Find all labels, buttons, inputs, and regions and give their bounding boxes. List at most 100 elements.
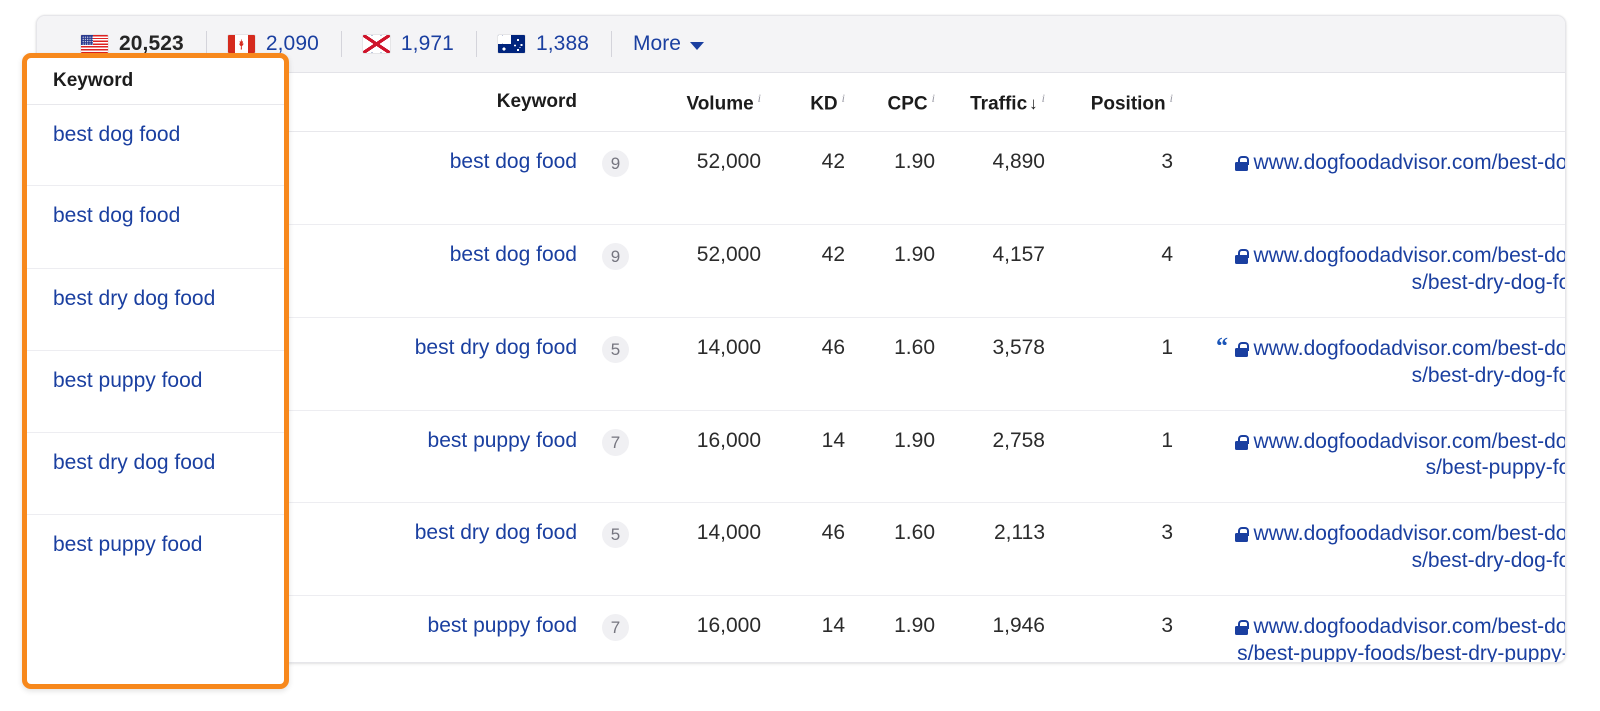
url-link[interactable]: www.dogfoodadvisor.com/best-dog-foods/be… [1253, 244, 1565, 294]
column-header-url[interactable]: URLi [1227, 73, 1565, 133]
cell-sf: 9 [577, 224, 629, 318]
serp-features-badge[interactable]: 5 [602, 335, 629, 363]
keyword-link[interactable]: best dry dog food [53, 287, 215, 310]
serp-features-badge[interactable]: 7 [602, 428, 629, 456]
cell-cpc: 1.90 [845, 595, 935, 662]
gb-flag-icon [362, 35, 390, 53]
cell-sf: 5 [577, 317, 629, 411]
cell-url: www.dogfoodadvisor.com/best-dog-foods/ [1227, 131, 1565, 226]
cell-position: 1 [1045, 317, 1173, 411]
cell-sf: 5 [577, 502, 629, 597]
url-link[interactable]: www.dogfoodadvisor.com/best-dog-foods/be… [1237, 615, 1565, 662]
lock-icon [1235, 434, 1250, 450]
url-link[interactable]: www.dogfoodadvisor.com/best-dog-foods/ [1253, 151, 1565, 201]
cell-sf: 7 [577, 595, 629, 662]
lock-icon [1235, 156, 1250, 172]
cell-url: www.dogfoodadvisor.com/best-dog-foods/be… [1227, 595, 1565, 662]
list-item: best puppy food [27, 515, 284, 597]
list-item: best dog food [27, 105, 284, 186]
cell-traffic: 4,157 [935, 224, 1045, 318]
url-link[interactable]: www.dogfoodadvisor.com/best-dog-foods/be… [1253, 430, 1565, 480]
column-header-traffic[interactable]: Traffic ↓ i [935, 73, 1045, 133]
column-header-kd-label: KD [810, 93, 838, 115]
keyword-link[interactable]: best puppy food [428, 614, 577, 637]
serp-features-badge[interactable]: 9 [602, 243, 629, 271]
cell-position: 4 [1045, 224, 1173, 318]
keyword-link[interactable]: best dog food [450, 150, 577, 173]
cell-kd: 14 [761, 410, 845, 504]
chevron-down-icon [689, 41, 704, 50]
au-flag-icon [497, 35, 525, 53]
lock-icon [1235, 527, 1250, 543]
cell-volume: 16,000 [629, 595, 761, 662]
cell-snippet [1173, 131, 1227, 226]
list-item: best dry dog food [27, 269, 284, 351]
keyword-link[interactable]: best dry dog food [53, 451, 215, 474]
cell-traffic: 2,758 [935, 410, 1045, 504]
keyword-link[interactable]: best dry dog food [415, 521, 577, 544]
column-header-position-label: Position [1090, 93, 1166, 115]
more-label: More [633, 32, 681, 55]
serp-features-badge[interactable]: 7 [602, 614, 629, 642]
keyword-link[interactable]: best dry dog food [415, 336, 577, 359]
screen-root: 20,523 2,090 1,971 1,388 More Keyword Vo… [0, 0, 1600, 711]
cell-cpc: 1.90 [845, 410, 935, 504]
column-header-cpc[interactable]: CPC i [845, 73, 935, 133]
serp-features-badge[interactable]: 9 [602, 150, 629, 178]
cell-traffic: 2,113 [935, 502, 1045, 597]
cell-traffic: 1,946 [935, 595, 1045, 662]
serp-features-badge[interactable]: 5 [602, 521, 629, 549]
url-link[interactable]: www.dogfoodadvisor.com/best-dog-foods/be… [1253, 337, 1565, 387]
featured-snippet-icon[interactable]: “ [1216, 335, 1228, 359]
keyword-link[interactable]: best dog food [450, 243, 577, 266]
keyword-column-highlight-panel: Keyword best dog food best dog food best… [22, 53, 289, 689]
lock-icon [1235, 341, 1250, 357]
list-item: best dry dog food [27, 433, 284, 515]
us-flag-icon [81, 35, 108, 53]
cell-cpc: 1.90 [845, 131, 935, 226]
info-icon-position[interactable]: i [1170, 91, 1173, 105]
info-icon-kd[interactable]: i [842, 91, 845, 105]
cell-sf: 7 [577, 410, 629, 504]
cell-traffic: 3,578 [935, 317, 1045, 411]
info-icon-traffic[interactable]: i [1042, 91, 1045, 105]
keyword-link[interactable]: best puppy food [53, 533, 202, 556]
cell-kd: 42 [761, 131, 845, 226]
column-header-kd[interactable]: KD i [761, 73, 845, 133]
country-filter-gb[interactable]: 1,971 [340, 29, 476, 59]
column-header-sf [577, 73, 629, 133]
column-header-volume[interactable]: Volume i [629, 73, 761, 133]
keyword-link[interactable]: best dog food [53, 204, 180, 227]
column-header-cpc-label: CPC [887, 93, 928, 115]
cell-snippet: “ [1173, 317, 1228, 411]
highlight-panel-header: Keyword [27, 58, 284, 105]
cell-url: www.dogfoodadvisor.com/best-dog-foods/be… [1227, 317, 1565, 411]
cell-cpc: 1.90 [845, 224, 935, 318]
column-header-position[interactable]: Position i [1045, 73, 1173, 133]
keyword-link[interactable]: best puppy food [428, 429, 577, 452]
cell-position: 3 [1045, 131, 1173, 226]
cell-volume: 16,000 [629, 410, 761, 504]
column-header-keyword-label: Keyword [496, 91, 577, 112]
info-icon-volume[interactable]: i [758, 91, 761, 105]
country-count-gb: 1,971 [400, 32, 454, 55]
cell-url: www.dogfoodadvisor.com/best-dog-foods/be… [1227, 502, 1565, 597]
country-filter-au[interactable]: 1,388 [475, 29, 611, 59]
info-icon-cpc[interactable]: i [932, 91, 935, 105]
keyword-link[interactable]: best dog food [53, 123, 180, 146]
list-item: best puppy food [27, 351, 284, 433]
cell-position: 3 [1045, 595, 1173, 662]
cell-volume: 52,000 [629, 131, 761, 226]
lock-icon [1235, 620, 1250, 636]
column-header-volume-label: Volume [686, 93, 754, 115]
sort-descending-icon[interactable]: ↓ [1029, 95, 1038, 112]
cell-position: 1 [1045, 410, 1173, 504]
more-countries-dropdown[interactable]: More [611, 29, 726, 59]
cell-volume: 14,000 [629, 317, 761, 411]
column-header-traffic-label: Traffic [970, 93, 1028, 115]
cell-kd: 46 [761, 317, 845, 411]
keyword-link[interactable]: best puppy food [53, 369, 202, 392]
cell-snippet [1173, 224, 1227, 318]
cell-url: www.dogfoodadvisor.com/best-dog-foods/be… [1227, 410, 1565, 504]
url-link[interactable]: www.dogfoodadvisor.com/best-dog-foods/be… [1253, 522, 1565, 572]
